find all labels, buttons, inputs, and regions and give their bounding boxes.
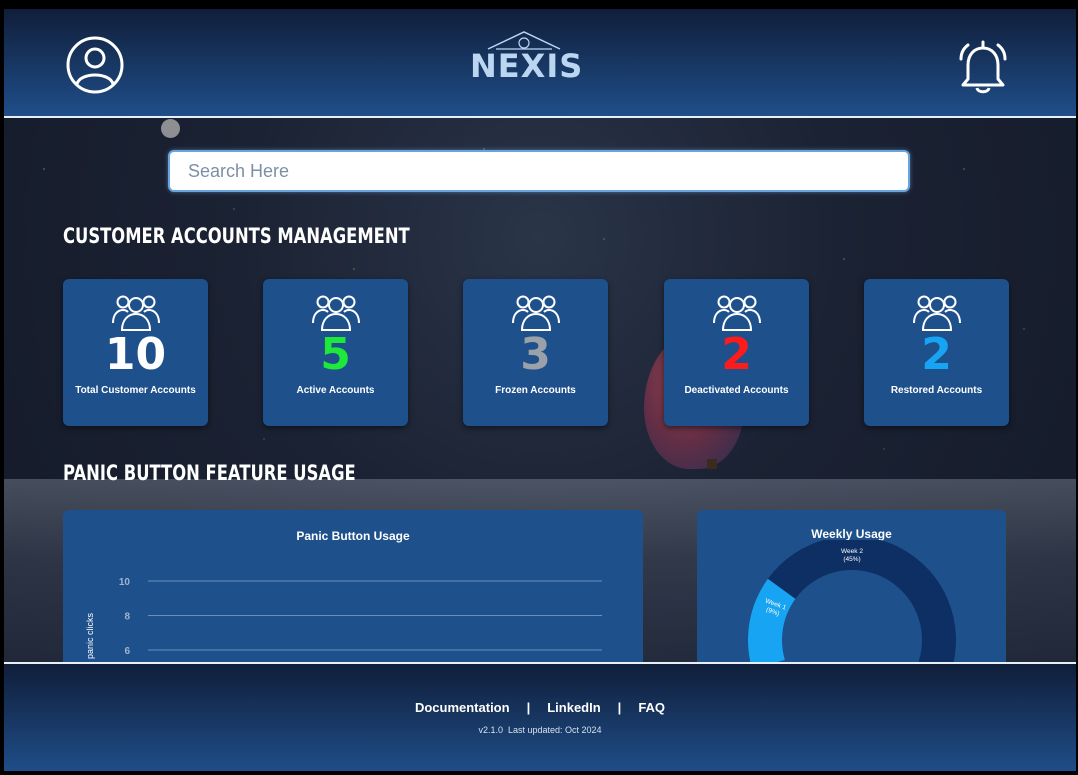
app-footer: Documentation | LinkedIn | FAQ v2.1.0 Last u… [4,662,1076,771]
accounts-section-title: CUSTOMER ACCOUNTS MANAGEMENT [63,224,410,248]
y-tick-label: 10 [119,577,131,588]
version-text: v2.1.0 [478,725,503,735]
card-active-accounts[interactable]: 5 Active Accounts [263,279,408,426]
card-label: Active Accounts [296,385,375,396]
donut-label-week-2: Week 2 (45%) [841,548,863,563]
user-circle-icon[interactable] [66,36,124,94]
search-bar[interactable] [168,150,910,192]
card-value: 10 [104,329,167,380]
y-tick-label: 8 [124,612,130,623]
footer-separator: | [617,700,622,715]
panic-section-title: PANIC BUTTON FEATURE USAGE [63,461,356,485]
faq-link[interactable]: FAQ [638,700,665,715]
card-total-accounts[interactable]: 10 Total Customer Accounts [63,279,208,426]
card-value: 3 [520,329,551,380]
card-label: Restored Accounts [890,385,983,396]
footer-separator: | [526,700,531,715]
users-icon [311,295,360,331]
search-input[interactable] [170,152,908,190]
footer-meta: v2.1.0 Last updated: Oct 2024 [4,725,1076,735]
card-value: 2 [921,329,952,380]
balloon-basket-decoration [707,459,717,469]
users-icon [912,295,961,331]
y-tick-label: 6 [124,646,130,657]
linkedin-link[interactable]: LinkedIn [547,700,600,715]
logo-text: NEXIS [470,47,584,85]
users-icon [712,295,761,331]
panic-usage-chart-panel: Panic Button Usage panic clicks 10 8 6 [63,510,643,670]
weekly-usage-chart-panel: Weekly Usage Week 2 (45%) Week 1(9%) [697,510,1006,670]
card-label: Total Customer Accounts [75,385,196,396]
card-restored-accounts[interactable]: 2 Restored Accounts [864,279,1009,426]
card-label: Deactivated Accounts [684,385,789,396]
app-frame: NEXIS CUSTOMER ACCOUNTS MANAGEMENT 10 To… [4,9,1076,771]
panic-usage-chart: panic clicks 10 8 6 [85,577,602,659]
card-frozen-accounts[interactable]: 3 Frozen Accounts [463,279,608,426]
footer-links: Documentation | LinkedIn | FAQ [4,700,1076,715]
documentation-link[interactable]: Documentation [415,700,510,715]
moon-decoration [161,119,180,138]
users-icon [111,295,160,331]
nexis-logo[interactable]: NEXIS [470,29,584,85]
bell-icon[interactable] [956,39,1010,95]
app-header: NEXIS [4,9,1076,118]
weekly-usage-donut: Week 2 (45%)Week 1(9%) [748,540,956,670]
chart-title: Weekly Usage [811,527,892,541]
y-axis-label: panic clicks [85,612,95,659]
users-icon [511,295,560,331]
card-value: 2 [721,329,752,380]
card-label: Frozen Accounts [495,385,576,396]
last-updated-text: Last updated: Oct 2024 [507,725,602,735]
card-value: 5 [320,329,351,380]
donut-slice-week-2[interactable] [767,540,956,670]
card-deactivated-accounts[interactable]: 2 Deactivated Accounts [664,279,809,426]
